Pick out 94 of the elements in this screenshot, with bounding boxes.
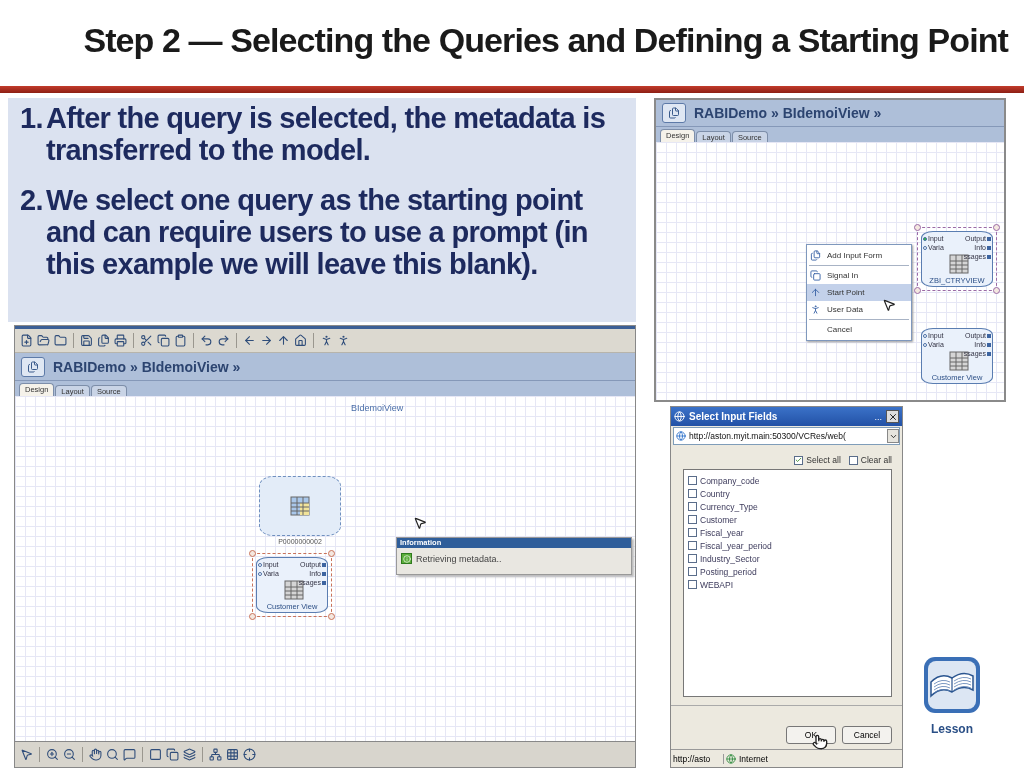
resize-handle[interactable] <box>993 287 1000 294</box>
popup-message: Retrieving metadata.. <box>416 553 502 564</box>
resize-handle[interactable] <box>328 550 335 557</box>
person-icon <box>810 303 821 315</box>
layers-icon[interactable] <box>182 747 197 762</box>
menu-item[interactable]: Start Point <box>807 284 911 301</box>
cursor-icon <box>882 298 896 312</box>
open-folder-icon[interactable] <box>36 333 51 348</box>
address-field[interactable]: http://aston.myit.main:50300/VCRes/web( <box>673 427 900 445</box>
save-icon[interactable] <box>79 333 94 348</box>
cursor-icon <box>413 516 427 530</box>
table-icon <box>290 496 310 516</box>
checkbox[interactable] <box>688 476 697 485</box>
query-node[interactable] <box>259 476 341 536</box>
checkbox-option[interactable]: Clear all <box>848 455 892 465</box>
resize-handle[interactable] <box>914 287 921 294</box>
step-number: 2. <box>20 184 44 218</box>
checkbox[interactable] <box>688 541 697 550</box>
checkbox[interactable] <box>794 455 804 465</box>
step-text: We select one query as the starting point and can require users to use a prompt (in this example we will leave this blank). <box>46 184 589 280</box>
resize-handle[interactable] <box>328 613 335 620</box>
field-option[interactable]: Fiscal_year_period <box>688 539 887 552</box>
menu-item[interactable]: Add Input Form <box>807 247 911 264</box>
canvas-title: BIdemoiView <box>351 403 404 413</box>
undo-icon[interactable] <box>199 333 214 348</box>
ok-button[interactable]: OK <box>786 726 836 744</box>
resize-handle[interactable] <box>993 224 1000 231</box>
checkbox[interactable] <box>688 528 697 537</box>
menu-item[interactable]: Cancel <box>807 321 911 338</box>
network-icon[interactable] <box>208 747 223 762</box>
zone-label: Internet <box>739 753 768 764</box>
cancel-button[interactable]: Cancel <box>842 726 892 744</box>
checkbox[interactable] <box>688 567 697 576</box>
info-icon <box>401 553 412 564</box>
arrow-up-icon[interactable] <box>276 333 291 348</box>
crosshair-icon[interactable] <box>242 747 257 762</box>
view-icon <box>21 356 45 377</box>
resize-handle[interactable] <box>914 224 921 231</box>
folder-icon[interactable] <box>53 333 68 348</box>
field-option[interactable]: Customer <box>688 513 887 526</box>
pages-icon[interactable] <box>165 747 180 762</box>
breadcrumb: RABIDemo » BIdemoiView » <box>694 105 882 121</box>
pointer-icon[interactable] <box>19 747 34 762</box>
search-icon[interactable] <box>105 747 120 762</box>
pages-icon[interactable] <box>96 333 111 348</box>
field-option[interactable]: WEBAPI <box>688 578 887 591</box>
slide-title: Step 2 — Selecting the Queries and Defining a Starting Point <box>83 20 1008 60</box>
new-file-icon[interactable] <box>19 333 34 348</box>
print-icon[interactable] <box>113 333 128 348</box>
field-option[interactable]: Currency_Type <box>688 500 887 513</box>
copy-icon[interactable] <box>156 333 171 348</box>
globe-icon <box>726 753 736 764</box>
resize-handle[interactable] <box>249 613 256 620</box>
field-option[interactable]: Country <box>688 487 887 500</box>
comment-icon[interactable] <box>122 747 137 762</box>
close-icon <box>887 411 898 422</box>
cut-icon[interactable] <box>139 333 154 348</box>
zoom-in-icon[interactable] <box>45 747 60 762</box>
checkbox[interactable] <box>688 515 697 524</box>
home-icon[interactable] <box>293 333 308 348</box>
field-option[interactable]: Fiscal_year <box>688 526 887 539</box>
browser-icon <box>674 411 685 422</box>
dialog-title: Select Input Fields <box>689 411 779 422</box>
field-option[interactable]: Company_code <box>688 474 887 487</box>
step-number: 1. <box>20 102 44 136</box>
status-url: http://asto <box>672 753 712 764</box>
book-icon <box>923 656 981 714</box>
lesson-label: Lesson <box>931 722 973 736</box>
checkbox[interactable] <box>688 580 697 589</box>
checkbox[interactable] <box>688 502 697 511</box>
arrow-left-icon[interactable] <box>242 333 257 348</box>
checkbox-option[interactable]: Select all <box>794 455 841 465</box>
view-icon <box>662 103 686 123</box>
checkbox[interactable] <box>688 554 697 563</box>
field-option[interactable]: Posting_period <box>688 565 887 578</box>
clipboard-icon[interactable] <box>173 333 188 348</box>
checkbox[interactable] <box>848 455 858 465</box>
browser-icon <box>676 431 686 441</box>
breadcrumb: RABIDemo » BIdemoiView » <box>53 358 241 375</box>
resize-handle[interactable] <box>249 550 256 557</box>
field-option[interactable]: Industry_Sector <box>688 552 887 565</box>
menu-item[interactable]: User Data <box>807 301 911 318</box>
close-button[interactable] <box>886 410 899 423</box>
arrow-right-icon[interactable] <box>259 333 274 348</box>
checkbox[interactable] <box>688 489 697 498</box>
dropdown-button[interactable] <box>887 429 899 443</box>
step-text: After the query is selected, the metadata is transferred to the model. <box>46 102 607 166</box>
ellipsis-text: ... <box>874 411 882 422</box>
menu-item[interactable]: Signal In <box>807 267 911 284</box>
hand-icon[interactable] <box>88 747 103 762</box>
redo-icon[interactable] <box>216 333 231 348</box>
zoom-out-icon[interactable] <box>62 747 77 762</box>
page-icon[interactable] <box>148 747 163 762</box>
grid-icon[interactable] <box>225 747 240 762</box>
